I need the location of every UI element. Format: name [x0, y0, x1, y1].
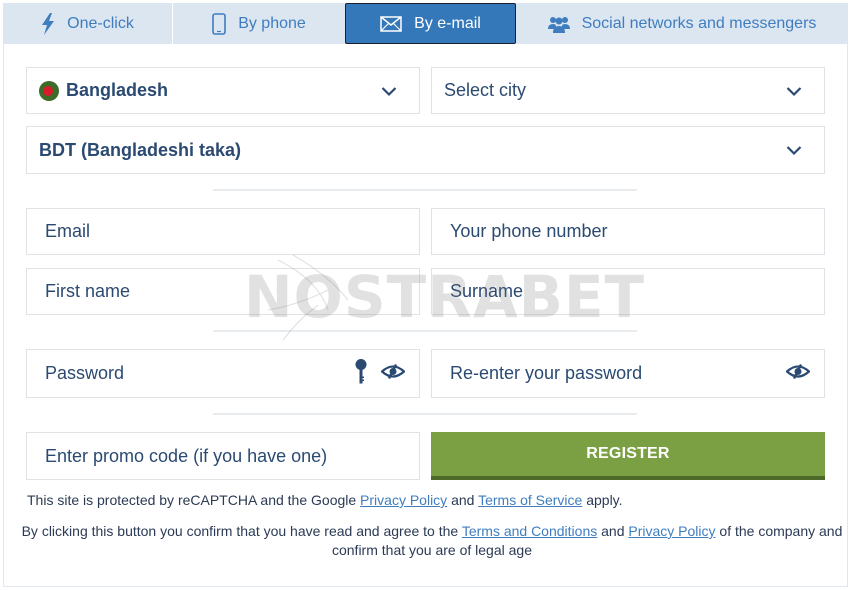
promo-code-field[interactable]: Enter promo code (if you have one): [26, 432, 420, 480]
tab-label: Social networks and messengers: [581, 14, 817, 32]
notice-text: and: [447, 492, 479, 508]
city-placeholder: Select city: [444, 80, 527, 100]
tab-by-email[interactable]: By e-mail: [345, 3, 516, 44]
email-field[interactable]: Email: [26, 208, 420, 255]
section-divider: [213, 413, 637, 415]
envelope-icon: [380, 15, 402, 32]
terms-of-service-link[interactable]: Terms of Service: [478, 492, 582, 508]
tab-label: By phone: [238, 14, 306, 32]
registration-method-tabs: One-click By phone By e-mail Social netw…: [3, 3, 848, 44]
surname-placeholder: Surname: [450, 281, 524, 301]
phone-placeholder: Your phone number: [450, 221, 608, 241]
country-select[interactable]: Bangladesh: [26, 67, 420, 114]
section-divider: [213, 189, 637, 191]
recaptcha-notice: This site is protected by reCAPTCHA and …: [27, 492, 623, 508]
notice-text: By clicking this button you confirm that…: [21, 523, 462, 539]
notice-text: apply.: [582, 492, 623, 508]
promo-code-placeholder: Enter promo code (if you have one): [45, 445, 328, 466]
tab-one-click[interactable]: One-click: [3, 3, 173, 44]
password-field[interactable]: Password: [26, 349, 420, 398]
password-repeat-field[interactable]: Re-enter your password: [431, 349, 825, 398]
password-repeat-placeholder: Re-enter your password: [450, 363, 643, 383]
smartphone-icon: [212, 12, 226, 35]
country-value: Bangladesh: [66, 80, 169, 100]
lightning-icon: [41, 12, 55, 35]
first-name-placeholder: First name: [45, 281, 131, 301]
currency-select[interactable]: BDT (Bangladeshi taka): [26, 126, 825, 174]
agreement-notice: By clicking this button you confirm that…: [20, 522, 844, 560]
privacy-policy-link[interactable]: Privacy Policy: [360, 492, 447, 508]
tab-social-networks[interactable]: Social networks and messengers: [516, 3, 848, 44]
register-button[interactable]: REGISTER: [431, 432, 825, 480]
tab-label: One-click: [67, 14, 134, 32]
terms-and-conditions-link[interactable]: Terms and Conditions: [462, 523, 597, 539]
key-icon[interactable]: [355, 358, 367, 389]
privacy-policy-link[interactable]: Privacy Policy: [628, 523, 715, 539]
bangladesh-flag-icon: [39, 80, 59, 101]
notice-text: and: [597, 523, 629, 539]
first-name-field[interactable]: First name: [26, 268, 420, 315]
chevron-down-icon: [786, 80, 802, 101]
chevron-down-icon: [381, 80, 397, 101]
eye-slash-icon[interactable]: [380, 363, 406, 384]
users-icon: [547, 15, 570, 33]
eye-slash-icon[interactable]: [785, 363, 811, 384]
tab-by-phone[interactable]: By phone: [173, 3, 345, 44]
chevron-down-icon: [786, 140, 802, 161]
phone-field[interactable]: Your phone number: [431, 208, 825, 255]
section-divider: [213, 330, 637, 332]
notice-text: This site is protected by reCAPTCHA and …: [27, 492, 361, 508]
tab-label: By e-mail: [414, 14, 481, 32]
city-select[interactable]: Select city: [431, 67, 825, 114]
surname-field[interactable]: Surname: [431, 268, 825, 315]
currency-value: BDT (Bangladeshi taka): [39, 139, 242, 160]
email-placeholder: Email: [45, 221, 91, 241]
